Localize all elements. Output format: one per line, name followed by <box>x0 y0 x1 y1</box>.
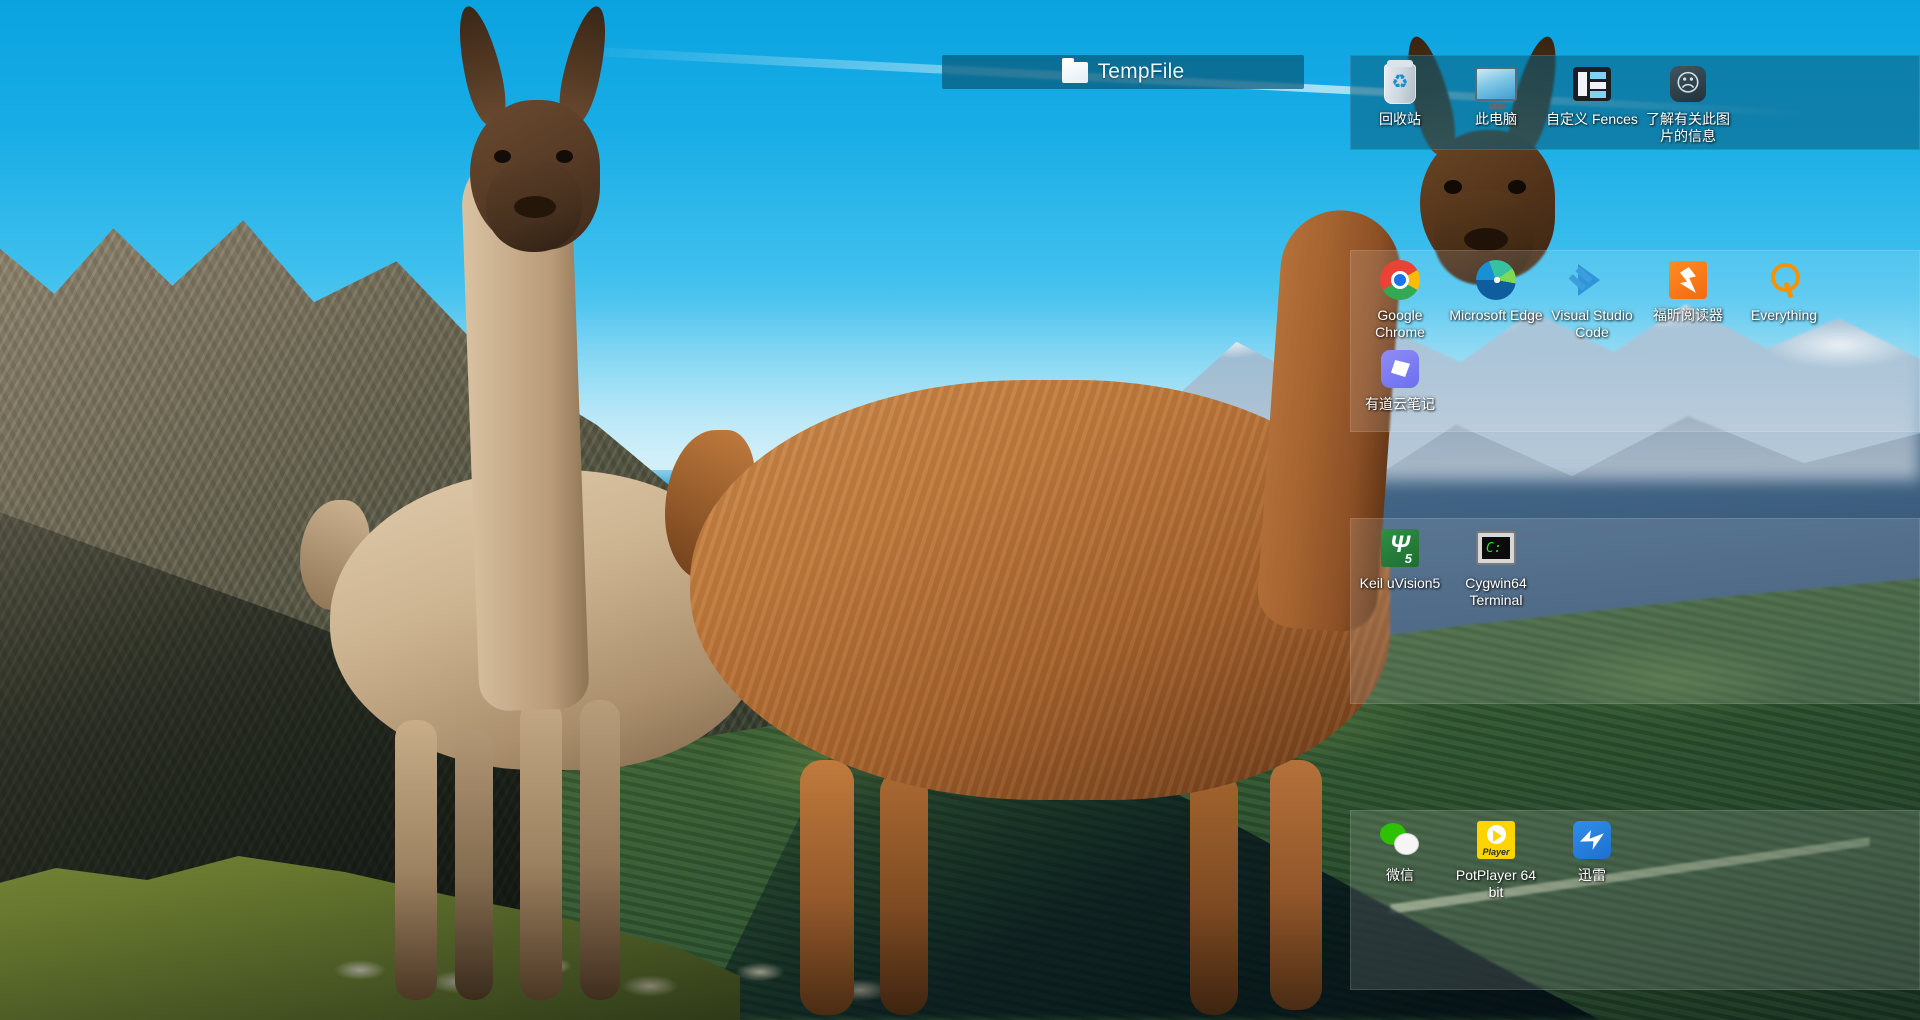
fence-system-icons[interactable]: 回收站 此电脑 自定义 Fences 了解有关此图片的信息 <box>1352 56 1920 145</box>
cygwin-terminal-icon <box>1474 526 1518 570</box>
xunlei-icon <box>1570 818 1614 862</box>
desktop-icon-youdao-note[interactable]: 有道云笔记 <box>1352 341 1448 413</box>
desktop-icon-label: 了解有关此图片的信息 <box>1646 111 1730 144</box>
fence-tempfile[interactable]: TempFile <box>942 55 1304 89</box>
desktop-icon-label: 自定义 Fences <box>1546 111 1638 127</box>
llama-front-nose <box>1464 228 1508 251</box>
potplayer-icon: Player <box>1474 818 1518 862</box>
keil-uvision-icon <box>1378 526 1422 570</box>
youdao-note-icon <box>1378 347 1422 391</box>
llama-back-leg-rear-right <box>455 730 493 1000</box>
desktop-icon-cygwin64-terminal[interactable]: Cygwin64 Terminal <box>1448 520 1544 609</box>
wechat-icon <box>1378 818 1422 862</box>
llama-back-leg-front-left <box>520 700 562 1000</box>
llama-front-leg-rear-right <box>880 770 928 1015</box>
llama-front-leg-front-right <box>1190 770 1238 1015</box>
desktop-icon-label: 微信 <box>1386 867 1414 883</box>
desktop-icon-label: Visual Studio Code <box>1551 307 1633 340</box>
folder-icon <box>1061 57 1088 83</box>
desktop-icon-label: Everything <box>1750 307 1818 323</box>
desktop-icon-recycle-bin[interactable]: 回收站 <box>1352 56 1448 145</box>
fences-icon <box>1570 62 1614 106</box>
chrome-icon <box>1378 258 1422 302</box>
fence-dev-tools-icons[interactable]: Keil uVision5 Cygwin64 Terminal <box>1352 520 1920 609</box>
desktop-icon-label: 此电脑 <box>1475 111 1517 127</box>
this-pc-icon <box>1474 62 1518 109</box>
desktop-icon-label: Microsoft Edge <box>1449 307 1543 323</box>
vscode-icon <box>1570 258 1614 302</box>
llama-back-eye-left <box>494 150 511 163</box>
desktop-icon-visual-studio-code[interactable]: Visual Studio Code <box>1544 252 1640 341</box>
desktop-icon-label: Cygwin64 Terminal <box>1465 575 1527 608</box>
image-info-icon <box>1666 62 1710 106</box>
desktop-icon-customize-fences[interactable]: 自定义 Fences <box>1544 56 1640 145</box>
desktop-icon-label: Google Chrome <box>1375 307 1425 340</box>
fence-tempfile-title: TempFile <box>1097 60 1185 83</box>
desktop-icon-this-pc[interactable]: 此电脑 <box>1448 56 1544 145</box>
desktop-icon-potplayer[interactable]: Player PotPlayer 64 bit <box>1448 812 1544 901</box>
desktop-icon-microsoft-edge[interactable]: Microsoft Edge <box>1448 252 1544 341</box>
everything-icon <box>1762 258 1806 302</box>
desktop-icon-label: Keil uVision5 <box>1359 575 1441 591</box>
desktop-icon-image-info[interactable]: 了解有关此图片的信息 <box>1640 56 1736 145</box>
llama-front-eye-left <box>1444 180 1462 194</box>
desktop-icon-label: 福昕阅读器 <box>1653 307 1723 323</box>
desktop-icon-foxit-reader[interactable]: 福昕阅读器 <box>1640 252 1736 341</box>
llama-front-eye-right <box>1508 180 1526 194</box>
fence-apps-icons[interactable]: Google Chrome Microsoft Edge Visual Stud… <box>1352 252 1920 413</box>
llama-back-leg-rear-left <box>395 720 437 1000</box>
desktop-icon-label: 有道云笔记 <box>1365 396 1435 412</box>
desktop-icon-keil-uvision5[interactable]: Keil uVision5 <box>1352 520 1448 609</box>
desktop-icon-label: 迅雷 <box>1578 867 1606 883</box>
desktop-icon-google-chrome[interactable]: Google Chrome <box>1352 252 1448 341</box>
desktop-icon-label: PotPlayer 64 bit <box>1455 867 1537 900</box>
llama-back-nose <box>514 196 556 218</box>
desktop-icon-wechat[interactable]: 微信 <box>1352 812 1448 901</box>
llama-front-leg-front-left <box>1270 760 1322 1010</box>
recycle-bin-icon <box>1378 60 1422 106</box>
desktop-icon-everything[interactable]: Everything <box>1736 252 1832 341</box>
llama-back-leg-front-right <box>580 700 620 1000</box>
fence-media-icons[interactable]: 微信 Player PotPlayer 64 bit 迅雷 <box>1352 812 1920 901</box>
desktop-icon-xunlei[interactable]: 迅雷 <box>1544 812 1640 901</box>
llama-front-leg-rear-left <box>800 760 854 1015</box>
foxit-reader-icon <box>1666 258 1710 302</box>
llama-back-eye-right <box>556 150 573 163</box>
desktop-icon-label: 回收站 <box>1379 111 1421 127</box>
edge-icon <box>1474 258 1518 302</box>
potplayer-badge-text: Player <box>1482 847 1510 857</box>
